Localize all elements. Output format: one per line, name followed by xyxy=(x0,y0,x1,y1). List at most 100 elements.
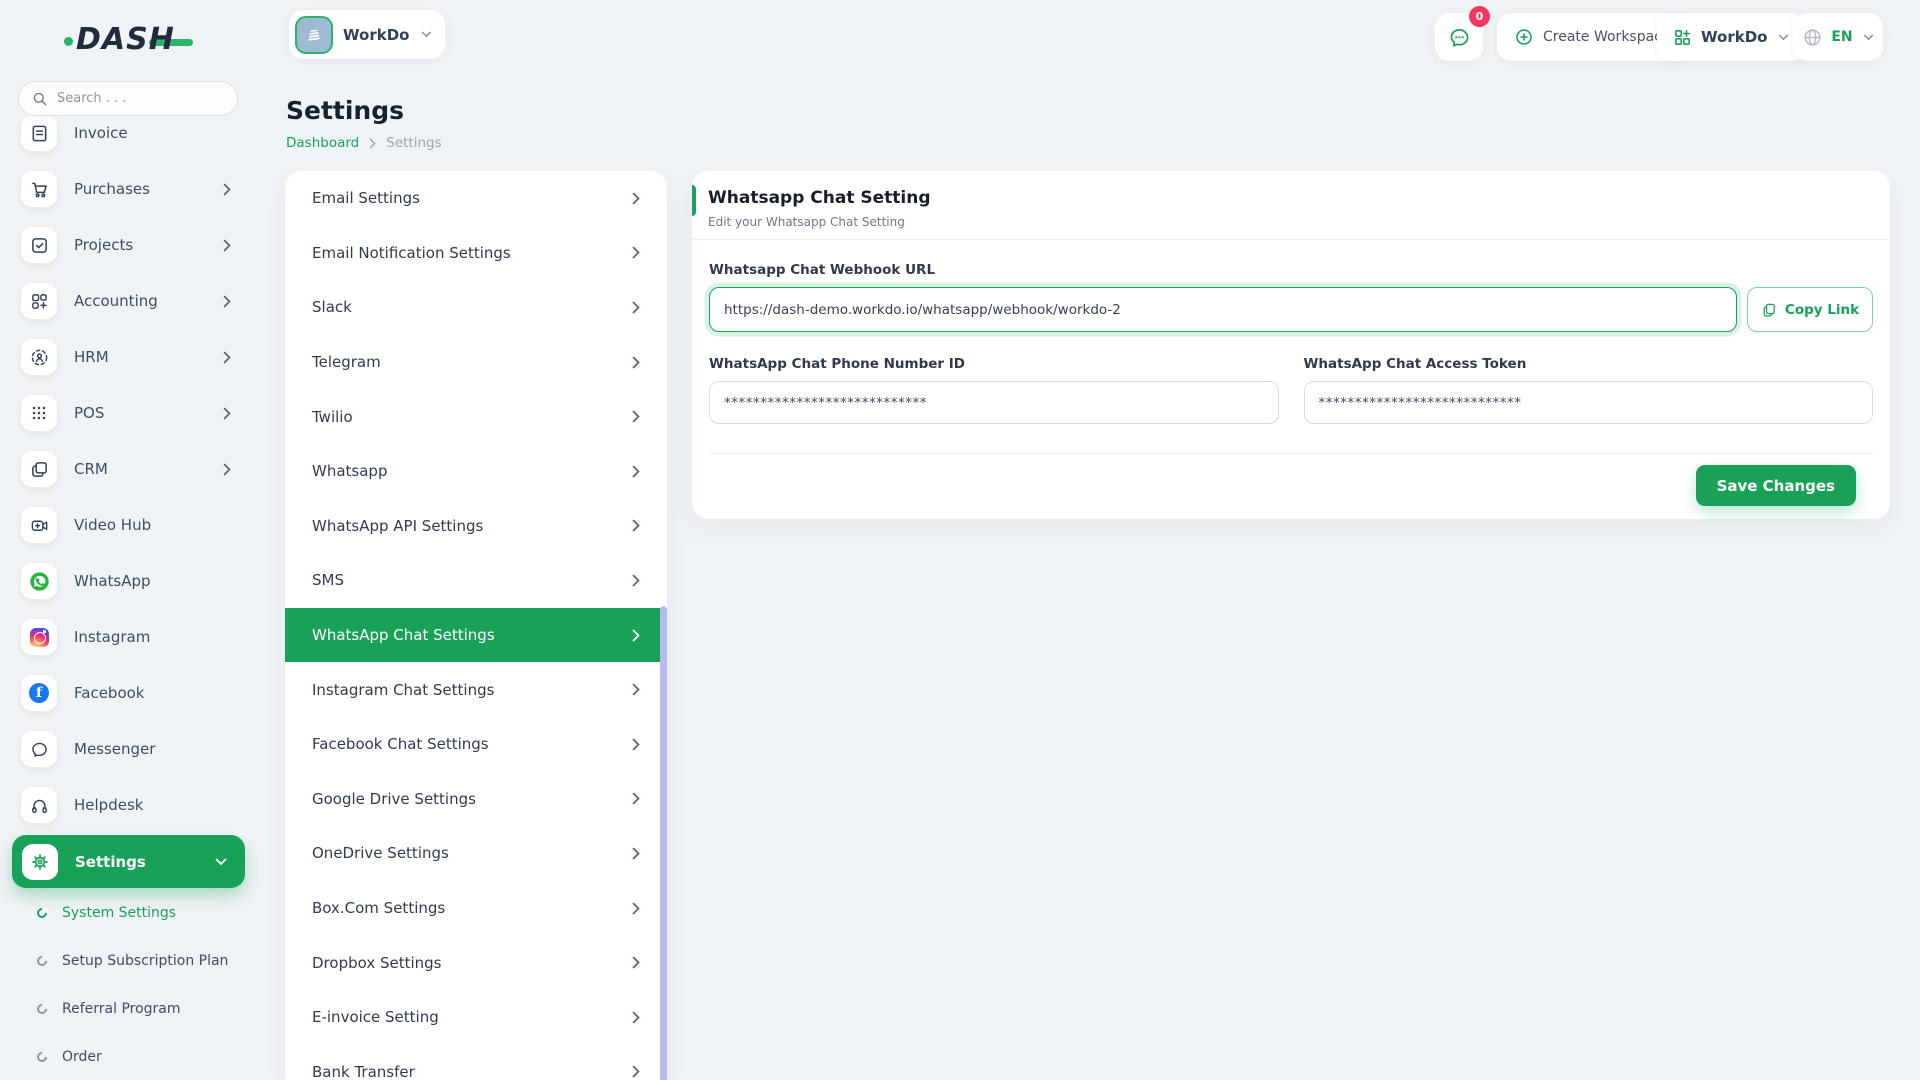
chevron-right-icon xyxy=(223,183,231,196)
sidebar-subitem-label: Referral Program xyxy=(62,1001,181,1017)
settings-menu-item-whatsapp-chat-settings[interactable]: WhatsApp Chat Settings xyxy=(285,608,667,663)
chevron-right-icon xyxy=(223,407,231,420)
save-changes-button[interactable]: Save Changes xyxy=(1696,465,1856,506)
gear-icon xyxy=(22,844,58,880)
menu-item-label: Telegram xyxy=(312,353,381,371)
sidebar-item-projects[interactable]: Projects xyxy=(0,217,258,273)
settings-menu-item-twilio[interactable]: Twilio xyxy=(285,389,667,444)
sidebar-item-crm[interactable]: CRM xyxy=(0,441,258,497)
sidebar-item-purchases[interactable]: Purchases xyxy=(0,161,258,217)
sidebar-item-facebook[interactable]: Facebook xyxy=(0,665,258,721)
phone-number-id-input[interactable] xyxy=(709,381,1279,424)
accounting-icon xyxy=(21,283,57,319)
settings-menu-item-google-drive-settings[interactable]: Google Drive Settings xyxy=(285,772,667,827)
settings-menu-scrollbar[interactable] xyxy=(660,606,667,1080)
circle-bullet-icon xyxy=(35,954,49,968)
chevron-right-icon xyxy=(223,239,231,252)
panel-header: Whatsapp Chat Setting Edit your Whatsapp… xyxy=(692,171,1890,240)
sidebar-item-label: Purchases xyxy=(74,180,206,198)
sidebar-item-label: Messenger xyxy=(74,740,258,758)
sidebar-item-label: Accounting xyxy=(74,292,206,310)
settings-menu-item-boxcom-settings[interactable]: Box.Com Settings xyxy=(285,881,667,936)
chevron-right-icon xyxy=(632,192,640,205)
webhook-url-input[interactable] xyxy=(709,287,1737,332)
settings-menu-item-instagram-chat-settings[interactable]: Instagram Chat Settings xyxy=(285,662,667,717)
settings-menu-item-dropbox-settings[interactable]: Dropbox Settings xyxy=(285,935,667,990)
language-selector[interactable]: EN xyxy=(1793,13,1883,61)
phone-number-id-field: WhatsApp Chat Phone Number ID xyxy=(709,356,1279,424)
facebook-icon xyxy=(21,675,57,711)
sidebar-item-messenger[interactable]: Messenger xyxy=(0,721,258,777)
sidebar-subitem-label: Setup Subscription Plan xyxy=(62,953,228,969)
copy-icon xyxy=(1761,302,1777,318)
app-switcher-button[interactable]: WorkDo xyxy=(1657,13,1805,61)
menu-item-label: Email Settings xyxy=(312,189,420,207)
panel-title: Whatsapp Chat Setting xyxy=(708,188,1874,208)
workspace-selector[interactable]: WorkDo xyxy=(289,10,445,59)
messenger-icon xyxy=(21,731,57,767)
sidebar-item-label: Helpdesk xyxy=(74,796,258,814)
menu-item-label: Instagram Chat Settings xyxy=(312,681,494,699)
settings-menu-item-e-invoice-setting[interactable]: E-invoice Setting xyxy=(285,990,667,1045)
sidebar-item-label: WhatsApp xyxy=(74,572,258,590)
sidebar-item-video-hub[interactable]: Video Hub xyxy=(0,497,258,553)
access-token-field: WhatsApp Chat Access Token xyxy=(1304,356,1874,424)
dash-logo[interactable]: DASH xyxy=(64,22,193,57)
settings-menu-item-email-notification-settings[interactable]: Email Notification Settings xyxy=(285,226,667,281)
settings-menu-item-whatsapp-api-settings[interactable]: WhatsApp API Settings xyxy=(285,499,667,554)
messages-button[interactable]: 0 xyxy=(1435,13,1483,61)
workspace-name: WorkDo xyxy=(343,26,409,44)
breadcrumb-dashboard-link[interactable]: Dashboard xyxy=(286,135,359,151)
chevron-right-icon xyxy=(632,629,640,642)
copy-link-button[interactable]: Copy Link xyxy=(1747,287,1873,332)
settings-menu-item-whatsapp[interactable]: Whatsapp xyxy=(285,444,667,499)
sidebar-item-accounting[interactable]: Accounting xyxy=(0,273,258,329)
sidebar-item-pos[interactable]: POS xyxy=(0,385,258,441)
menu-item-label: Dropbox Settings xyxy=(312,954,442,972)
sidebar-item-settings[interactable]: Settings xyxy=(12,835,245,888)
chat-bubble-icon xyxy=(1448,26,1471,49)
sidebar-nav: Invoice Purchases Projects Accounting xyxy=(0,105,258,833)
menu-item-label: Google Drive Settings xyxy=(312,790,476,808)
settings-menu-item-email-settings[interactable]: Email Settings xyxy=(285,171,667,226)
sidebar-subitem-setup-subscription-plan[interactable]: Setup Subscription Plan xyxy=(0,937,258,985)
page-title: Settings xyxy=(286,96,404,125)
sidebar-item-label: Projects xyxy=(74,236,206,254)
instagram-icon xyxy=(21,619,57,655)
settings-menu-item-telegram[interactable]: Telegram xyxy=(285,335,667,390)
panel-accent-bar xyxy=(692,185,696,216)
hrm-icon xyxy=(21,339,57,375)
sidebar-item-hrm[interactable]: HRM xyxy=(0,329,258,385)
settings-menu-item-bank-transfer[interactable]: Bank Transfer xyxy=(285,1045,667,1080)
search-input[interactable] xyxy=(57,91,224,106)
sidebar-item-label: CRM xyxy=(74,460,206,478)
menu-item-label: SMS xyxy=(312,571,344,589)
sidebar-subitem-referral-program[interactable]: Referral Program xyxy=(0,985,258,1033)
settings-menu-item-slack[interactable]: Slack xyxy=(285,280,667,335)
search-icon xyxy=(32,91,48,107)
menu-item-label: OneDrive Settings xyxy=(312,844,449,862)
settings-menu-item-sms[interactable]: SMS xyxy=(285,553,667,608)
chevron-right-icon xyxy=(632,246,640,259)
access-token-input[interactable] xyxy=(1304,381,1874,424)
menu-item-label: Slack xyxy=(312,298,352,316)
chevron-right-icon xyxy=(632,574,640,587)
sidebar-subitem-order[interactable]: Order xyxy=(0,1033,258,1080)
logo-text: DASH xyxy=(76,22,175,57)
sidebar-item-label: Video Hub xyxy=(74,516,258,534)
sidebar-item-instagram[interactable]: Instagram xyxy=(0,609,258,665)
create-workspace-label: Create Workspace xyxy=(1543,29,1671,45)
chevron-right-icon xyxy=(223,295,231,308)
helpdesk-icon xyxy=(21,787,57,823)
settings-menu-item-onedrive-settings[interactable]: OneDrive Settings xyxy=(285,826,667,881)
sidebar-subitem-system-settings[interactable]: System Settings xyxy=(0,889,258,937)
messages-count-badge: 0 xyxy=(1469,6,1490,27)
sidebar-item-whatsapp[interactable]: WhatsApp xyxy=(0,553,258,609)
sidebar-item-helpdesk[interactable]: Helpdesk xyxy=(0,777,258,833)
settings-menu-item-facebook-chat-settings[interactable]: Facebook Chat Settings xyxy=(285,717,667,772)
breadcrumb: Dashboard Settings xyxy=(286,135,442,151)
chevron-right-icon xyxy=(632,847,640,860)
phone-number-id-label: WhatsApp Chat Phone Number ID xyxy=(709,356,1279,372)
chevron-right-icon xyxy=(632,1011,640,1024)
chevron-right-icon xyxy=(632,1065,640,1078)
